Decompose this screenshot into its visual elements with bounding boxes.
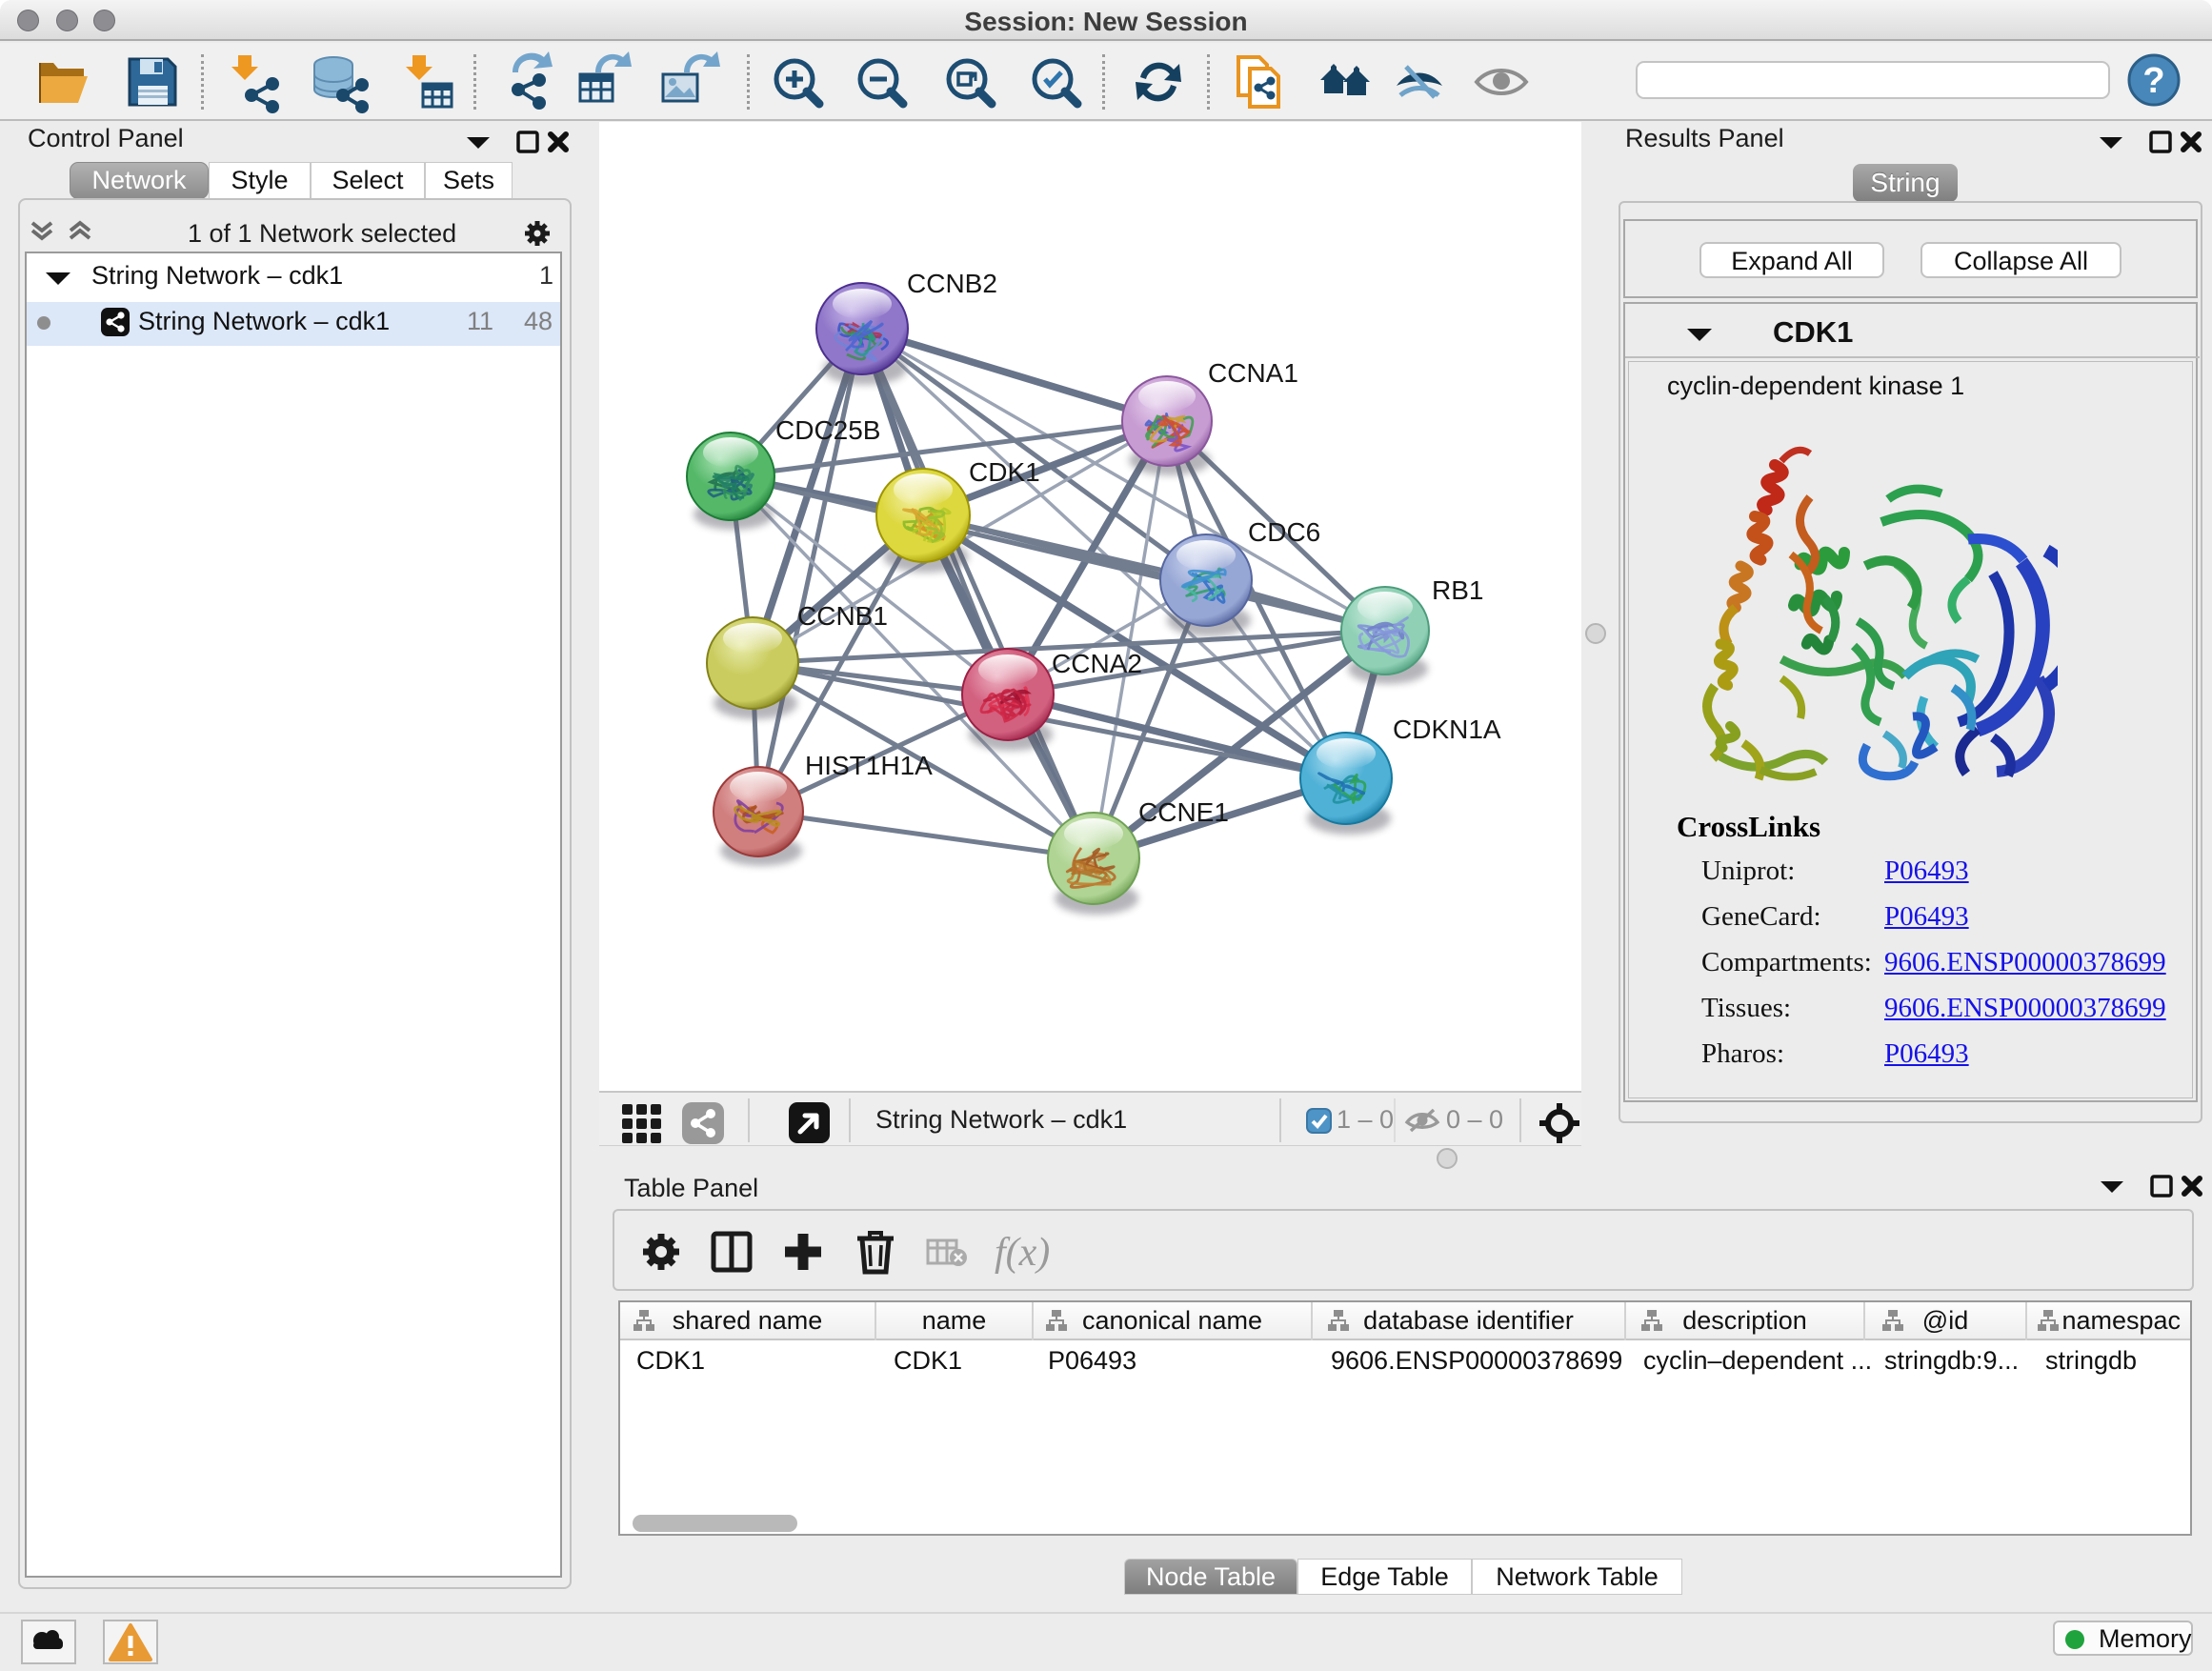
svg-text:CCNA2: CCNA2 bbox=[1052, 649, 1142, 678]
svg-text:?: ? bbox=[2142, 61, 2164, 101]
svg-text:CDKN1A: CDKN1A bbox=[1393, 715, 1501, 744]
svg-text:RB1: RB1 bbox=[1432, 575, 1483, 605]
svg-text:CDC6: CDC6 bbox=[1248, 517, 1320, 547]
svg-text:CCNB1: CCNB1 bbox=[797, 601, 888, 631]
svg-text:HIST1H1A: HIST1H1A bbox=[805, 751, 933, 780]
svg-text:CCNB2: CCNB2 bbox=[907, 269, 997, 298]
svg-text:CCNA1: CCNA1 bbox=[1208, 358, 1298, 388]
svg-text:CDC25B: CDC25B bbox=[775, 415, 880, 445]
svg-text:CCNE1: CCNE1 bbox=[1138, 797, 1229, 827]
svg-text:f(x): f(x) bbox=[995, 1231, 1050, 1275]
svg-text:CDK1: CDK1 bbox=[969, 457, 1040, 487]
